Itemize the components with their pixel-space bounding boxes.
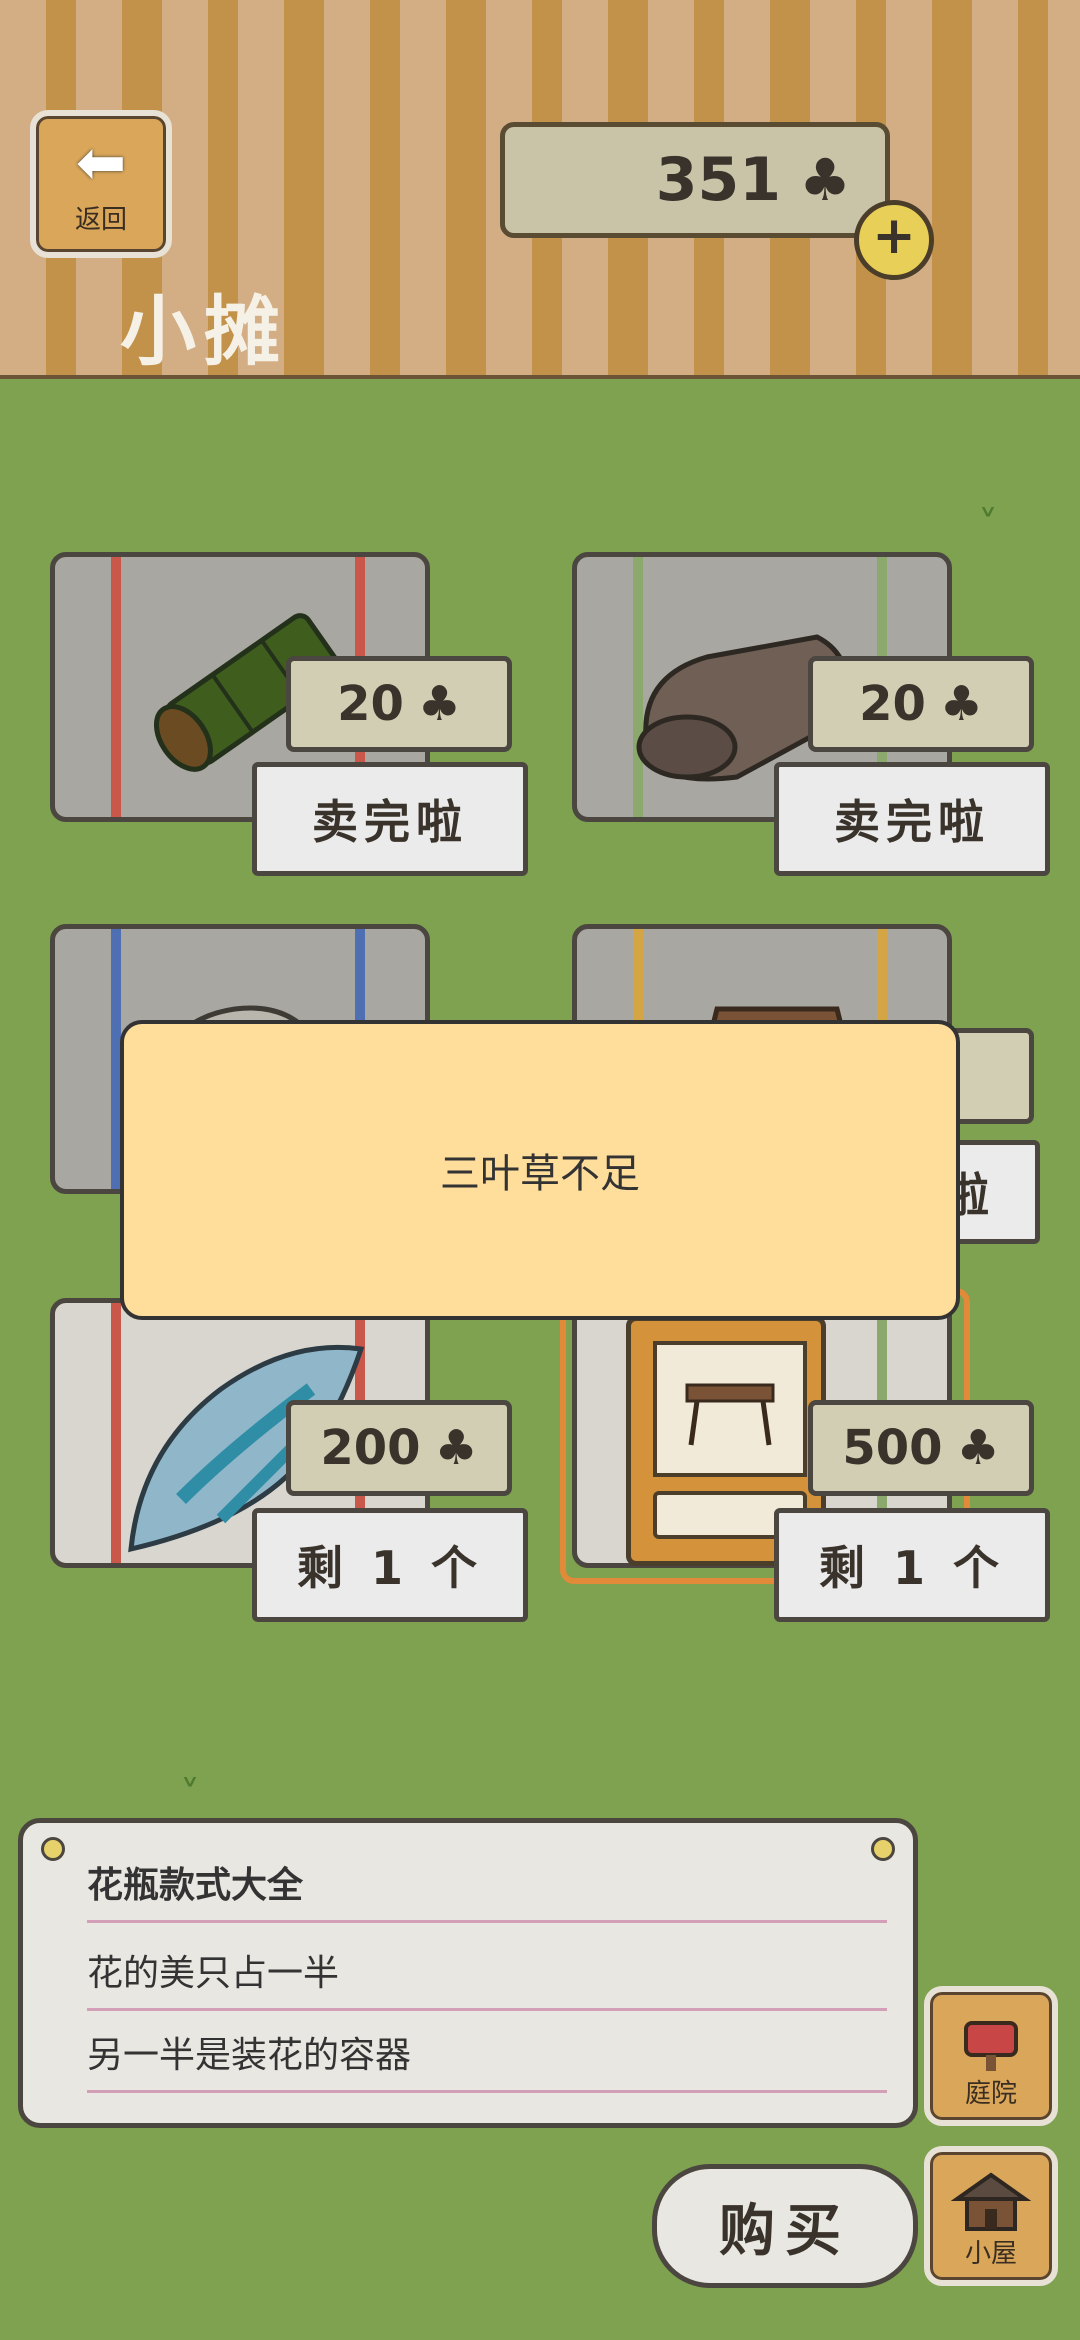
item-desc-line-2: 另一半是装花的容器 — [87, 2013, 887, 2093]
buy-button[interactable]: 购买 — [652, 2164, 918, 2288]
item-title: 花瓶款式大全 — [87, 1843, 887, 1923]
price-value: 500 — [842, 1420, 943, 1476]
house-icon — [951, 2172, 1031, 2231]
dialog-message: 三叶草不足 — [440, 1151, 640, 1197]
yard-button[interactable]: 庭院 — [924, 1986, 1058, 2126]
grass-decoration: ˬ — [978, 470, 998, 516]
price-tag-5: 200 ♣ — [286, 1400, 512, 1496]
status-label-6: 剩 1 个 — [774, 1508, 1050, 1622]
price-value: 20 — [337, 676, 404, 732]
clover-icon: ♣ — [939, 676, 983, 732]
mailbox-icon — [964, 2021, 1018, 2071]
status-label-1: 卖完啦 — [252, 762, 528, 876]
panel-pin — [41, 1837, 65, 1861]
clover-count: 351 — [655, 145, 781, 215]
status-label-2: 卖完啦 — [774, 762, 1050, 876]
add-clover-button[interactable]: + — [854, 200, 934, 280]
item-desc-line-1: 花的美只占一半 — [87, 1931, 887, 2011]
price-tag-2: 20 ♣ — [808, 656, 1034, 752]
price-tag-1: 20 ♣ — [286, 656, 512, 752]
clover-icon: ♣ — [417, 676, 461, 732]
page-title: 小摊 — [120, 287, 288, 376]
back-button[interactable]: ⬅ 返回 — [30, 110, 172, 258]
price-tag-6: 500 ♣ — [808, 1400, 1034, 1496]
grass-decoration: ˬ — [180, 1740, 200, 1786]
clover-counter: 351 ♣ — [500, 122, 890, 238]
insufficient-clover-dialog[interactable]: 三叶草不足 — [120, 1020, 960, 1320]
status-label-5: 剩 1 个 — [252, 1508, 528, 1622]
book-cover-picture — [653, 1341, 807, 1477]
back-label: 返回 — [74, 204, 127, 235]
house-label: 小屋 — [964, 2239, 1017, 2269]
back-arrow-icon: ⬅ — [75, 127, 127, 198]
yard-label: 庭院 — [964, 2079, 1017, 2109]
house-button[interactable]: 小屋 — [924, 2146, 1058, 2286]
header-banner: ⬅ 返回 小摊 351 ♣ + — [0, 0, 1080, 379]
table-icon — [685, 1383, 775, 1446]
price-value: 20 — [859, 676, 926, 732]
price-value: 200 — [320, 1420, 421, 1476]
clover-icon: ♣ — [434, 1420, 478, 1476]
clover-icon: ♣ — [956, 1420, 1000, 1476]
item-info-panel: 花瓶款式大全 花的美只占一半 另一半是装花的容器 — [18, 1818, 918, 2128]
rug-stripe — [111, 557, 121, 817]
clover-icon: ♣ — [799, 146, 851, 214]
